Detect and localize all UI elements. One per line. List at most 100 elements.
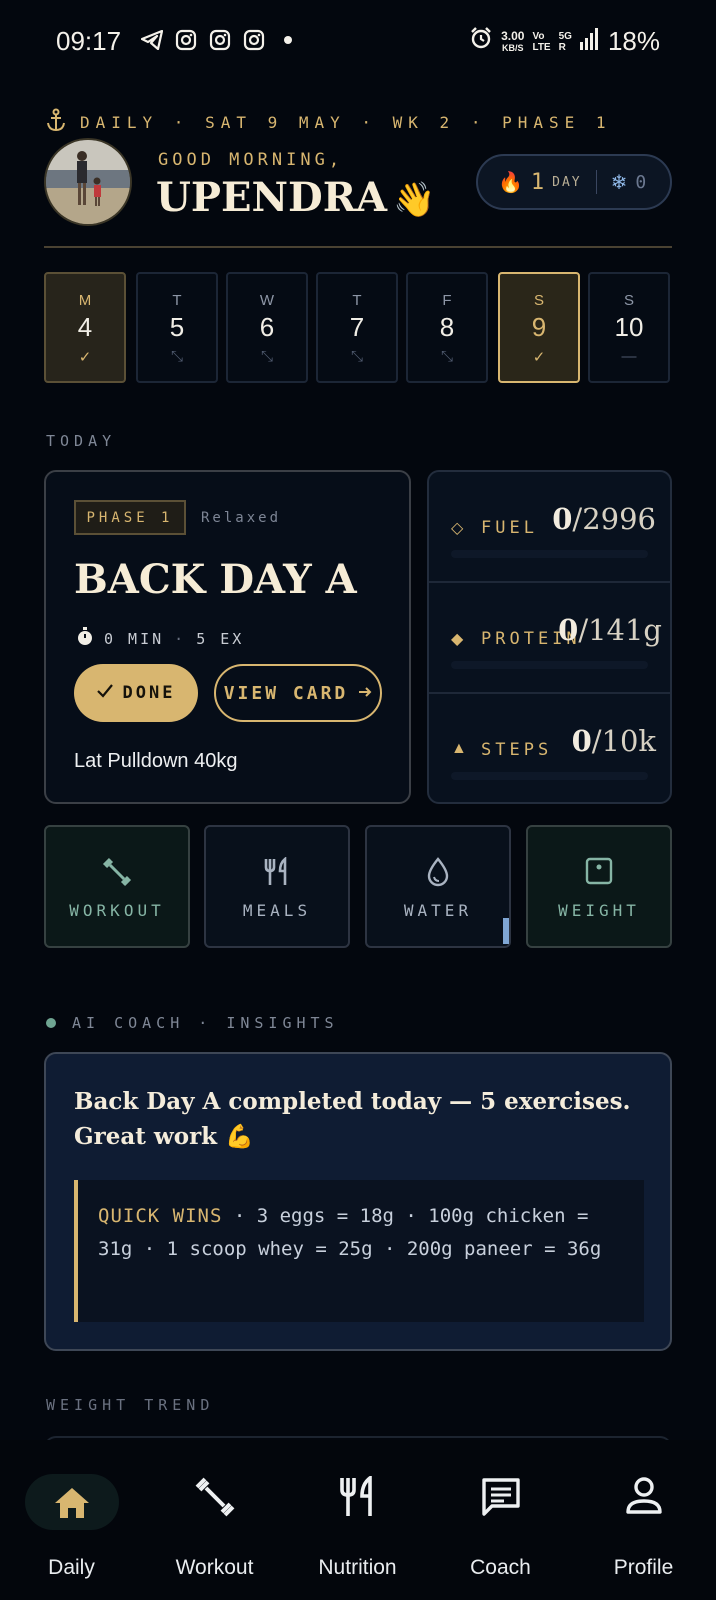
workout-duration: 0 MIN [104, 630, 165, 648]
stat-label: STEPS [481, 740, 553, 760]
diamond-outline-icon: ◇ [451, 520, 464, 537]
volte-indicator: Vo LTE [532, 30, 551, 53]
day-status-icon: — [621, 348, 637, 365]
today-section-label: TODAY [46, 432, 117, 450]
streak-badge[interactable]: 🔥 1 DAY ❄ 0 [476, 154, 672, 210]
freeze-count: 0 [635, 171, 647, 193]
coach-insight-card[interactable]: Back Day A completed today — 5 exercises… [44, 1052, 672, 1351]
status-dot-icon [46, 1018, 56, 1028]
snowflake-icon: ❄ [610, 171, 628, 194]
day-status-icon: ⤡ [260, 348, 273, 365]
nav-item-daily[interactable]: Daily [0, 1440, 143, 1580]
avatar[interactable] [44, 138, 132, 226]
day-status-icon: ⤡ [440, 348, 453, 365]
day-cell-sun[interactable]: S 10 — [588, 272, 670, 383]
week-strip: M 4 ✓ T 5 ⤡ W 6 ⤡ T 7 ⤡ F 8 ⤡ S 9 ✓ S 10… [44, 272, 672, 386]
greeting-text: GOOD MORNING, [158, 150, 344, 170]
streak-unit: DAY [552, 174, 582, 190]
dumbbell-icon [46, 857, 188, 887]
fire-icon: 🔥 [498, 171, 523, 194]
daily-info-text: DAILY · SAT 9 MAY · WK 2 · PHASE 1 [80, 113, 612, 132]
coach-section-label: AI COACH · INSIGHTS [46, 1014, 339, 1032]
stat-progress-track [451, 550, 648, 558]
home-icon [0, 1486, 143, 1520]
dot-icon [276, 28, 300, 52]
stat-value: 0/2996 [552, 502, 656, 536]
fork-knife-icon [286, 1476, 429, 1518]
diamond-filled-icon: ◆ [451, 631, 464, 648]
scale-icon [528, 857, 670, 885]
nav-item-workout[interactable]: Workout [143, 1440, 286, 1580]
bottom-nav: Daily Workout Nutrition Coach Profile [0, 1440, 716, 1600]
user-name: UPENDRA 👋 [156, 174, 436, 221]
view-card-button[interactable]: VIEW CARD [214, 664, 382, 722]
quick-wins-box: QUICK WINS · 3 eggs = 18g · 100g chicken… [74, 1180, 644, 1322]
instagram-icon [208, 28, 232, 52]
stat-value: 0/10k [571, 724, 656, 758]
header-divider [44, 246, 672, 248]
workout-meta: 0 MIN · 5 EX [76, 627, 244, 651]
streak-count: 1 [530, 169, 545, 195]
nutrition-stats-card[interactable]: ◇ FUEL 0/2996 ◆ PROTEIN 0/141g ▲ STEPS 0… [427, 470, 672, 804]
status-time: 09:17 [56, 26, 122, 56]
signal-icon [579, 26, 600, 57]
stat-protein[interactable]: ◆ PROTEIN 0/141g [429, 583, 670, 694]
instagram-icon [174, 28, 198, 52]
notification-icons [140, 28, 300, 52]
exercise-count: 5 EX [196, 630, 245, 648]
battery-level: 18% [607, 26, 660, 56]
intensity-mode: Relaxed [201, 510, 282, 526]
alarm-icon [469, 26, 493, 57]
nav-item-profile[interactable]: Profile [572, 1440, 715, 1580]
day-cell-wed[interactable]: W 6 ⤡ [226, 272, 308, 383]
stat-label: FUEL [481, 518, 538, 538]
daily-info-line: DAILY · SAT 9 MAY · WK 2 · PHASE 1 [46, 108, 612, 137]
instagram-icon [242, 28, 266, 52]
system-status: 3.00 KB/S Vo LTE 5G R 18% [469, 26, 660, 57]
water-progress-bar [503, 918, 509, 944]
telegram-icon [140, 28, 164, 52]
day-cell-sat[interactable]: S 9 ✓ [498, 272, 580, 383]
anchor-icon [46, 108, 66, 137]
day-cell-tue[interactable]: T 5 ⤡ [136, 272, 218, 383]
water-drop-icon [367, 857, 509, 887]
quick-action-water[interactable]: WATER [365, 825, 511, 948]
quick-action-meals[interactable]: MEALS [204, 825, 350, 948]
5g-indicator: 5G R [558, 30, 572, 53]
quick-action-workout[interactable]: WORKOUT [44, 825, 190, 948]
status-bar: 09:17 3.00 KB/S Vo LTE 5G R 18% [0, 0, 716, 80]
day-cell-mon[interactable]: M 4 ✓ [44, 272, 126, 383]
chat-icon [429, 1476, 572, 1518]
phase-badge: PHASE 1 [74, 500, 186, 535]
stat-value: 0/141g [558, 613, 662, 647]
nav-item-coach[interactable]: Coach [429, 1440, 572, 1580]
stopwatch-icon [76, 627, 94, 651]
arrow-right-icon [358, 683, 372, 704]
quick-wins-title: QUICK WINS [98, 1205, 223, 1227]
done-button[interactable]: DONE [74, 664, 198, 722]
fork-knife-icon [206, 857, 348, 887]
stat-fuel[interactable]: ◇ FUEL 0/2996 [429, 472, 670, 583]
day-status-icon: ✓ [532, 349, 546, 366]
stat-steps[interactable]: ▲ STEPS 0/10k [429, 694, 670, 802]
day-status-icon: ⤡ [350, 348, 363, 365]
streak-divider [595, 170, 597, 194]
stat-progress-track [451, 661, 648, 669]
day-cell-fri[interactable]: F 8 ⤡ [406, 272, 488, 383]
coach-headline: Back Day A completed today — 5 exercises… [74, 1088, 631, 1150]
nav-item-nutrition[interactable]: Nutrition [286, 1440, 429, 1580]
wave-emoji: 👋 [392, 180, 436, 220]
triangle-icon: ▲ [451, 740, 467, 757]
quick-action-weight[interactable]: WEIGHT [526, 825, 672, 948]
stat-progress-track [451, 772, 648, 780]
workout-note: Lat Pulldown 40kg [74, 750, 238, 772]
workout-title: BACK DAY A [74, 556, 357, 603]
meta-separator: · [174, 630, 187, 648]
day-status-icon: ⤡ [170, 348, 183, 365]
check-icon [96, 683, 113, 703]
network-speed: 3.00 KB/S [501, 28, 525, 53]
workout-card[interactable]: PHASE 1 Relaxed BACK DAY A 0 MIN · 5 EX … [44, 470, 411, 804]
person-icon [572, 1476, 715, 1516]
weight-trend-label: WEIGHT TREND [46, 1396, 215, 1414]
day-cell-thu[interactable]: T 7 ⤡ [316, 272, 398, 383]
